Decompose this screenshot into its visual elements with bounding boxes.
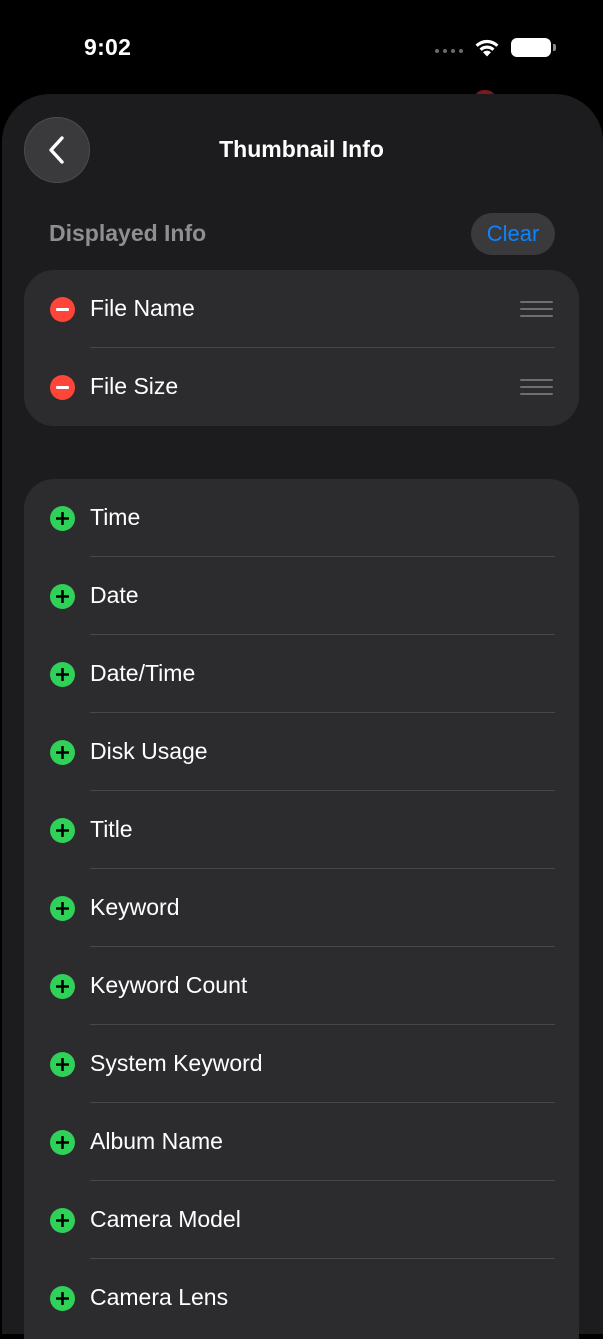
- list-item-label: Title: [90, 816, 133, 842]
- list-item-label: System Keyword: [90, 1050, 263, 1076]
- list-item-label: Disk Usage: [90, 738, 208, 764]
- list-item-file-size: File Size: [24, 348, 579, 426]
- list-item-label: Keyword Count: [90, 972, 248, 998]
- list-item-title[interactable]: Title: [24, 791, 579, 869]
- list-item-keyword-count[interactable]: Keyword Count: [24, 947, 579, 1025]
- add-icon[interactable]: [50, 662, 75, 687]
- add-icon[interactable]: [50, 1052, 75, 1077]
- list-item-label: File Size: [90, 373, 179, 399]
- list-item-label: Album Name: [90, 1128, 223, 1154]
- status-time: 9:02: [84, 34, 132, 60]
- status-bar: 9:02: [0, 0, 603, 95]
- list-item-label: Keyword: [90, 894, 180, 920]
- list-item-date-time[interactable]: Date/Time: [24, 635, 579, 713]
- add-icon[interactable]: [50, 974, 75, 999]
- drag-handle-icon[interactable]: [520, 379, 553, 395]
- drag-handle-icon[interactable]: [520, 301, 553, 317]
- add-icon[interactable]: [50, 506, 75, 531]
- wifi-icon: [475, 39, 499, 57]
- remove-icon[interactable]: [50, 375, 75, 400]
- battery-icon: [511, 37, 556, 57]
- add-icon[interactable]: [50, 1208, 75, 1233]
- add-icon[interactable]: [50, 818, 75, 843]
- list-item-time[interactable]: Time: [24, 479, 579, 557]
- list-item-label: File Name: [90, 295, 195, 321]
- section-header-displayed-info: Displayed Info: [49, 220, 207, 246]
- list-item-keyword[interactable]: Keyword: [24, 869, 579, 947]
- list-item-disk-usage[interactable]: Disk Usage: [24, 713, 579, 791]
- remove-icon[interactable]: [50, 297, 75, 322]
- list-item-label: Camera Model: [90, 1206, 241, 1232]
- list-item-date[interactable]: Date: [24, 557, 579, 635]
- add-icon[interactable]: [50, 896, 75, 921]
- list-item-camera-model[interactable]: Camera Model: [24, 1181, 579, 1259]
- list-item-label: Date/Time: [90, 660, 196, 686]
- list-item-label: Camera Lens: [90, 1284, 229, 1310]
- cellular-signal-icon: [435, 49, 463, 53]
- displayed-info-list: File Name File Size: [24, 270, 579, 426]
- add-icon[interactable]: [50, 740, 75, 765]
- list-item-label: Time: [90, 504, 141, 530]
- clear-button[interactable]: Clear: [471, 213, 555, 255]
- add-icon[interactable]: [50, 1130, 75, 1155]
- status-indicators: [435, 36, 556, 58]
- list-item-album-name[interactable]: Album Name: [24, 1103, 579, 1181]
- available-info-list: Time Date Date/Time Disk Usage Title Key…: [24, 479, 579, 1339]
- list-item-system-keyword[interactable]: System Keyword: [24, 1025, 579, 1103]
- add-icon[interactable]: [50, 584, 75, 609]
- list-item-label: Date: [90, 582, 139, 608]
- list-item-file-name: File Name: [24, 270, 579, 348]
- add-icon[interactable]: [50, 1286, 75, 1311]
- list-item-camera-lens[interactable]: Camera Lens: [24, 1259, 579, 1337]
- page-title: Thumbnail Info: [219, 136, 384, 162]
